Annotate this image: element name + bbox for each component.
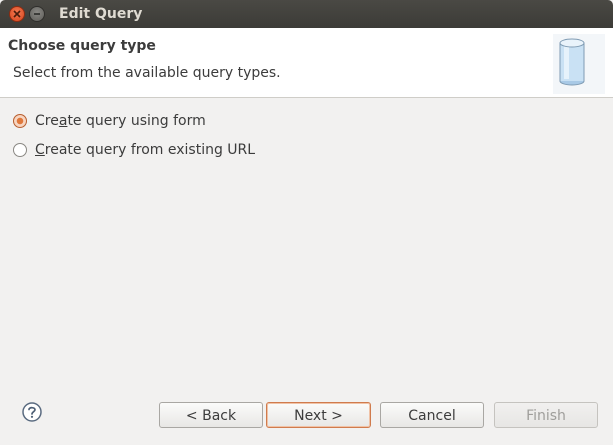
cancel-button[interactable]: Cancel	[380, 402, 484, 428]
page-title: Choose query type	[8, 38, 156, 54]
window-title: Edit Query	[59, 6, 143, 22]
minimize-icon[interactable]	[29, 6, 45, 22]
next-button[interactable]: Next >	[266, 402, 371, 428]
window-titlebar[interactable]: Edit Query	[0, 0, 613, 28]
option-label-create-using-form[interactable]: Create query using form	[35, 113, 206, 129]
option-create-using-form[interactable]: Create query using form	[13, 111, 206, 131]
back-button[interactable]: < Back	[159, 402, 263, 428]
page-description: Select from the available query types.	[13, 65, 281, 81]
wizard-header: Choose query type Select from the availa…	[0, 28, 613, 98]
finish-button[interactable]: Finish	[494, 402, 598, 428]
database-icon	[553, 34, 605, 94]
radio-create-using-form[interactable]	[13, 114, 27, 128]
help-icon[interactable]	[22, 402, 42, 422]
option-create-from-url[interactable]: Create query from existing URL	[13, 140, 255, 160]
wizard-footer: < Back Next > Cancel Finish	[0, 390, 613, 445]
close-icon[interactable]	[9, 6, 25, 22]
radio-create-from-url[interactable]	[13, 143, 27, 157]
option-label-create-from-url[interactable]: Create query from existing URL	[35, 142, 255, 158]
